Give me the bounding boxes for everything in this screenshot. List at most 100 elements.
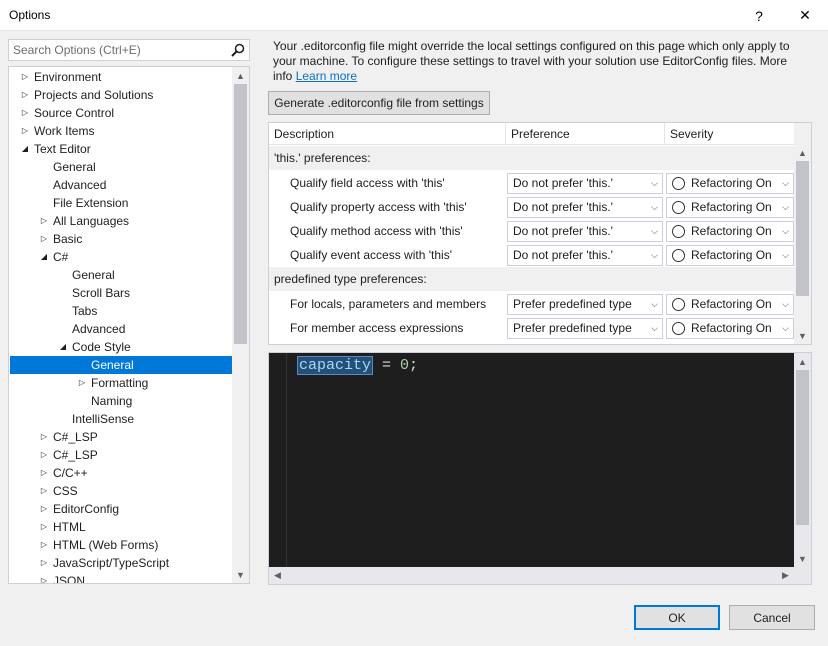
tree-node-label: C/C++ xyxy=(53,466,88,480)
option-description: For member access expressions xyxy=(290,321,464,335)
expanded-arrow-icon[interactable]: ◢ xyxy=(38,248,50,266)
collapsed-arrow-icon[interactable]: ▷ xyxy=(38,230,50,248)
severity-dropdown[interactable]: Refactoring On ⌵ xyxy=(666,318,794,339)
tree-node[interactable]: General xyxy=(10,158,232,176)
header-preference[interactable]: Preference xyxy=(506,123,665,145)
preference-dropdown[interactable]: Do not prefer 'this.' ⌵ xyxy=(507,197,663,218)
severity-dropdown[interactable]: Refactoring On ⌵ xyxy=(666,197,794,218)
expanded-arrow-icon[interactable]: ◢ xyxy=(57,338,69,356)
group-label: 'this.' preferences: xyxy=(274,151,371,165)
tree-node[interactable]: ▷ CSS xyxy=(10,482,232,500)
collapsed-arrow-icon[interactable]: ▷ xyxy=(38,446,50,464)
collapsed-arrow-icon[interactable]: ▷ xyxy=(19,104,31,122)
collapsed-arrow-icon[interactable]: ▷ xyxy=(38,482,50,500)
tree-node[interactable]: ◢ C# xyxy=(10,248,232,266)
collapsed-arrow-icon[interactable]: ▷ xyxy=(38,572,50,583)
scroll-thumb[interactable] xyxy=(234,84,247,344)
tree-node-label: C# xyxy=(53,250,69,264)
cancel-button[interactable]: Cancel xyxy=(729,605,815,630)
scroll-right-icon[interactable]: ▶ xyxy=(777,567,794,584)
preference-dropdown[interactable]: Prefer predefined type ⌵ xyxy=(507,318,663,339)
tree-node[interactable]: ▷ Work Items xyxy=(10,122,232,140)
scroll-up-icon[interactable]: ▲ xyxy=(794,353,811,370)
severity-dropdown[interactable]: Refactoring On ⌵ xyxy=(666,245,794,266)
tree-node[interactable]: ▷ C#_LSP xyxy=(10,428,232,446)
severity-value: Refactoring On xyxy=(691,224,772,238)
tree-node[interactable]: ▷ Environment xyxy=(10,68,232,86)
search-input[interactable] xyxy=(9,40,227,60)
preference-dropdown[interactable]: Do not prefer 'this.' ⌵ xyxy=(507,245,663,266)
tree-node[interactable]: IntelliSense xyxy=(10,410,232,428)
tree-node[interactable]: Advanced xyxy=(10,320,232,338)
tree-node[interactable]: ◢ Code Style xyxy=(10,338,232,356)
severity-dropdown[interactable]: Refactoring On ⌵ xyxy=(666,221,794,242)
collapsed-arrow-icon[interactable]: ▷ xyxy=(38,554,50,572)
tree-node[interactable]: ▷ EditorConfig xyxy=(10,500,232,518)
grid-scrollbar[interactable]: ▲ ▼ xyxy=(794,123,811,344)
expanded-arrow-icon[interactable]: ◢ xyxy=(19,140,31,158)
tree-node[interactable]: ▷ Basic xyxy=(10,230,232,248)
tree-node-label: Formatting xyxy=(91,376,149,390)
scroll-left-icon[interactable]: ◀ xyxy=(269,567,286,584)
tree-node[interactable]: ▷ Formatting xyxy=(10,374,232,392)
tree-scrollbar[interactable]: ▲ ▼ xyxy=(232,67,249,583)
severity-dropdown[interactable]: Refactoring On ⌵ xyxy=(666,173,794,194)
header-severity[interactable]: Severity xyxy=(665,123,795,145)
collapsed-arrow-icon[interactable]: ▷ xyxy=(38,518,50,536)
preference-dropdown[interactable]: Prefer predefined type ⌵ xyxy=(507,294,663,315)
scroll-thumb[interactable] xyxy=(796,370,809,525)
learn-more-link[interactable]: Learn more xyxy=(296,69,357,83)
header-description[interactable]: Description xyxy=(269,123,506,145)
tree-node[interactable]: ▷ C/C++ xyxy=(10,464,232,482)
tree-node[interactable]: ◢ Text Editor xyxy=(10,140,232,158)
scroll-thumb[interactable] xyxy=(796,161,809,296)
close-button[interactable]: ✕ xyxy=(782,0,828,31)
tree-node[interactable]: ▷ C#_LSP xyxy=(10,446,232,464)
chevron-down-icon: ⌵ xyxy=(782,226,789,236)
editor-hscrollbar[interactable]: ◀ ▶ xyxy=(269,567,794,584)
collapsed-arrow-icon[interactable]: ▷ xyxy=(38,428,50,446)
editor-vscrollbar[interactable]: ▲ ▼ xyxy=(794,353,811,567)
collapsed-arrow-icon[interactable]: ▷ xyxy=(38,500,50,518)
chevron-down-icon: ⌵ xyxy=(651,250,658,260)
tree-node[interactable]: ▷ Projects and Solutions xyxy=(10,86,232,104)
generate-editorconfig-button[interactable]: Generate .editorconfig file from setting… xyxy=(268,91,490,115)
scroll-up-icon[interactable]: ▲ xyxy=(232,67,249,84)
preference-value: Prefer predefined type xyxy=(513,297,632,311)
tree-node[interactable]: ▷ Source Control xyxy=(10,104,232,122)
preference-dropdown[interactable]: Do not prefer 'this.' ⌵ xyxy=(507,221,663,242)
collapsed-arrow-icon[interactable]: ▷ xyxy=(19,122,31,140)
severity-circle-icon xyxy=(672,322,685,335)
ok-button[interactable]: OK xyxy=(634,605,720,630)
tree-node[interactable]: ▷ JavaScript/TypeScript xyxy=(10,554,232,572)
search-icon[interactable] xyxy=(230,42,246,58)
collapsed-arrow-icon[interactable]: ▷ xyxy=(38,212,50,230)
preference-dropdown[interactable]: Do not prefer 'this.' ⌵ xyxy=(507,173,663,194)
option-description: Qualify field access with 'this' xyxy=(290,176,445,190)
tree-node-label: C#_LSP xyxy=(53,448,98,462)
tree-node[interactable]: Scroll Bars xyxy=(10,284,232,302)
collapsed-arrow-icon[interactable]: ▷ xyxy=(38,464,50,482)
collapsed-arrow-icon[interactable]: ▷ xyxy=(19,86,31,104)
scroll-down-icon[interactable]: ▼ xyxy=(232,566,249,583)
tree-node[interactable]: ▷ All Languages xyxy=(10,212,232,230)
scroll-down-icon[interactable]: ▼ xyxy=(794,327,811,344)
severity-circle-icon xyxy=(672,177,685,190)
code-line: capacity = 0; xyxy=(297,356,418,376)
tree-node[interactable]: ▷ HTML (Web Forms) xyxy=(10,536,232,554)
tree-node[interactable]: General xyxy=(10,356,232,374)
scroll-down-icon[interactable]: ▼ xyxy=(794,550,811,567)
scroll-up-icon[interactable]: ▲ xyxy=(794,144,811,161)
tree-node[interactable]: Naming xyxy=(10,392,232,410)
severity-dropdown[interactable]: Refactoring On ⌵ xyxy=(666,294,794,315)
tree-node[interactable]: ▷ HTML xyxy=(10,518,232,536)
help-button[interactable]: ? xyxy=(736,0,782,31)
collapsed-arrow-icon[interactable]: ▷ xyxy=(38,536,50,554)
tree-node[interactable]: Advanced xyxy=(10,176,232,194)
collapsed-arrow-icon[interactable]: ▷ xyxy=(19,68,31,86)
tree-node[interactable]: Tabs xyxy=(10,302,232,320)
tree-node[interactable]: File Extension xyxy=(10,194,232,212)
collapsed-arrow-icon[interactable]: ▷ xyxy=(76,374,88,392)
tree-node[interactable]: General xyxy=(10,266,232,284)
tree-node[interactable]: ▷ JSON xyxy=(10,572,232,583)
